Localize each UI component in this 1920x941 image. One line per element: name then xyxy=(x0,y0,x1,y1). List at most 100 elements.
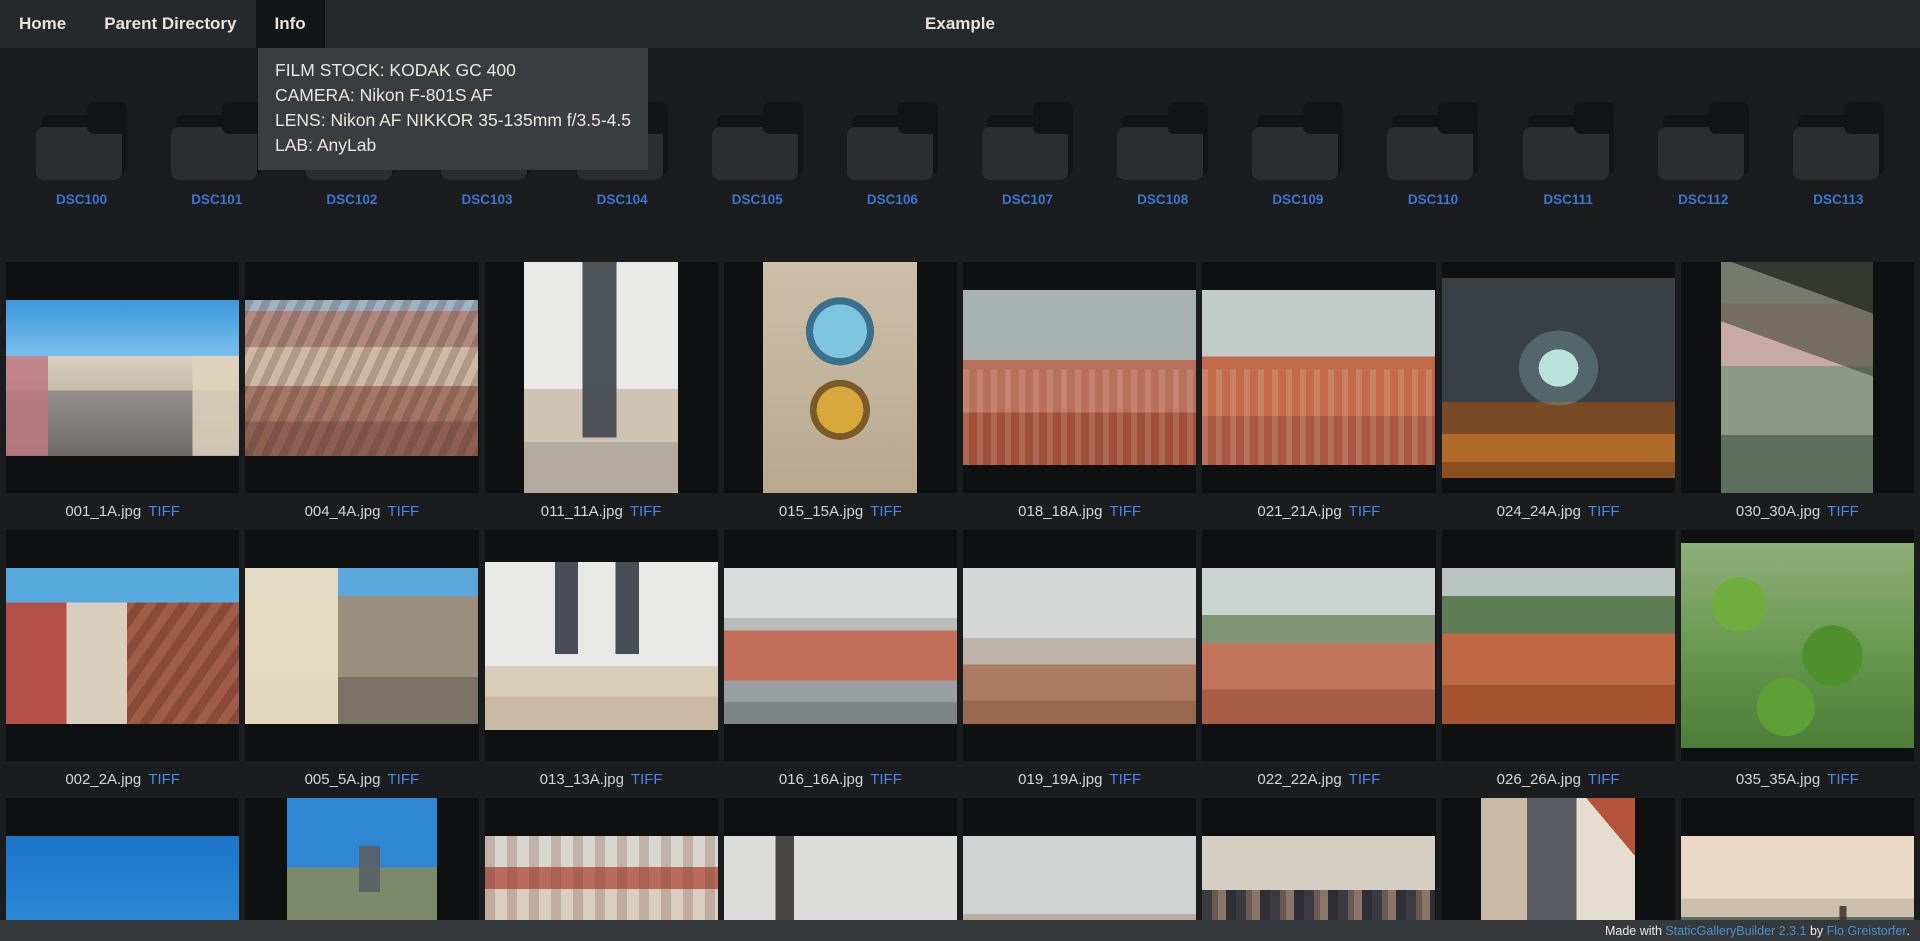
tiff-link[interactable]: TIFF xyxy=(388,503,420,520)
tiff-link[interactable]: TIFF xyxy=(870,503,902,520)
tiff-link[interactable]: TIFF xyxy=(631,771,663,788)
tiff-link[interactable]: TIFF xyxy=(1349,503,1381,520)
photo-caption: 019_19A.jpgTIFF xyxy=(963,761,1196,798)
gallery-item: 001_1A.jpg TIFF xyxy=(6,262,239,530)
tiff-link[interactable]: TIFF xyxy=(870,771,902,788)
photo-tile xyxy=(1202,530,1435,761)
photo-thumbnail[interactable] xyxy=(1202,568,1435,724)
photo-thumbnail[interactable] xyxy=(1721,262,1873,493)
folder-label: DSC111 xyxy=(1543,192,1593,207)
gallery-item: 004_4A.jpg TIFF xyxy=(245,262,478,530)
builder-link[interactable]: StaticGalleryBuilder 2.3.1 xyxy=(1665,924,1806,938)
photo-thumbnail[interactable] xyxy=(963,290,1196,465)
photo-tile xyxy=(6,530,239,761)
nav-item-home[interactable]: Home xyxy=(0,0,85,48)
photo-tile xyxy=(245,262,478,493)
folder-item-dsc107[interactable]: DSC107 xyxy=(960,102,1095,207)
photo-thumbnail[interactable] xyxy=(6,568,239,724)
folder-icon xyxy=(36,102,127,180)
photo-thumbnail[interactable] xyxy=(1442,568,1675,724)
folder-label: DSC113 xyxy=(1813,192,1863,207)
photo-thumbnail[interactable] xyxy=(1442,278,1675,478)
photo-thumbnail[interactable] xyxy=(1681,543,1914,748)
gallery-item: 016_16A.jpgTIFF xyxy=(724,530,957,798)
folder-icon-front xyxy=(1387,127,1473,180)
photo-caption: 035_35A.jpg TIFF xyxy=(1681,761,1914,798)
gallery-item: 005_5A.jpgTIFF xyxy=(245,530,478,798)
tooltip-line: LENS: Nikon AF NIKKOR 35-135mm f/3.5-4.5 xyxy=(275,108,631,133)
photo-thumbnail[interactable] xyxy=(1202,290,1435,465)
photo-caption: 030_30A.jpgTIFF xyxy=(1681,493,1914,530)
folder-item-dsc100[interactable]: DSC100 xyxy=(14,102,149,207)
photo-caption: 004_4A.jpg TIFF xyxy=(245,493,478,530)
folder-icon-front xyxy=(712,127,798,180)
photo-thumbnail[interactable] xyxy=(245,568,478,724)
folder-item-dsc113[interactable]: DSC113 xyxy=(1771,102,1906,207)
filename-label: 004_4A.jpg xyxy=(305,503,381,520)
photo-tile xyxy=(724,530,957,761)
folder-item-dsc112[interactable]: DSC112 xyxy=(1636,102,1771,207)
photo-thumbnail[interactable] xyxy=(724,568,957,724)
photo-grid: 001_1A.jpg TIFF 004_4A.jpg TIFF 011_11A.jpg T… xyxy=(0,262,1920,941)
tiff-link[interactable]: TIFF xyxy=(1109,771,1141,788)
folder-item-dsc109[interactable]: DSC109 xyxy=(1230,102,1365,207)
tiff-link[interactable]: TIFF xyxy=(388,771,420,788)
filename-label: 001_1A.jpg xyxy=(65,503,141,520)
photo-caption: 002_2A.jpg TIFF xyxy=(6,761,239,798)
folder-icon xyxy=(1523,102,1614,180)
photo-thumbnail[interactable] xyxy=(763,262,917,493)
folder-item-dsc110[interactable]: DSC110 xyxy=(1365,102,1500,207)
tiff-link[interactable]: TIFF xyxy=(1109,503,1141,520)
folder-item-dsc108[interactable]: DSC108 xyxy=(1095,102,1230,207)
folder-label: DSC112 xyxy=(1678,192,1728,207)
tiff-link[interactable]: TIFF xyxy=(148,771,180,788)
folder-icon xyxy=(982,102,1073,180)
tiff-link[interactable]: TIFF xyxy=(630,503,662,520)
tiff-link[interactable]: TIFF xyxy=(1588,771,1620,788)
nav-items: HomeParent DirectoryInfo xyxy=(0,0,325,48)
nav-bar: HomeParent DirectoryInfo Example xyxy=(0,0,1920,48)
folder-icon xyxy=(1117,102,1208,180)
filename-label: 011_11A.jpg xyxy=(541,503,623,520)
folder-icon-front xyxy=(171,127,257,180)
photo-thumbnail[interactable] xyxy=(245,300,478,456)
nav-item-info[interactable]: Info xyxy=(256,0,325,48)
filename-label: 024_24A.jpg xyxy=(1497,503,1581,520)
folder-item-dsc111[interactable]: DSC111 xyxy=(1501,102,1636,207)
gallery-item: 026_26A.jpgTIFF xyxy=(1442,530,1675,798)
folder-label: DSC104 xyxy=(597,192,648,207)
tiff-link[interactable]: TIFF xyxy=(1827,771,1859,788)
nav-item-parent-directory[interactable]: Parent Directory xyxy=(85,0,255,48)
tiff-link[interactable]: TIFF xyxy=(1588,503,1620,520)
tiff-link[interactable]: TIFF xyxy=(1349,771,1381,788)
folder-label: DSC110 xyxy=(1408,192,1458,207)
filename-label: 035_35A.jpg xyxy=(1736,771,1820,788)
tiff-link[interactable]: TIFF xyxy=(1827,503,1859,520)
photo-thumbnail[interactable] xyxy=(6,300,239,456)
photo-caption: 024_24A.jpg TIFF xyxy=(1442,493,1675,530)
filename-label: 002_2A.jpg xyxy=(65,771,141,788)
photo-tile xyxy=(963,262,1196,493)
photo-caption: 021_21A.jpgTIFF xyxy=(1202,493,1435,530)
photo-thumbnail[interactable] xyxy=(524,262,678,493)
gallery-item: 021_21A.jpgTIFF xyxy=(1202,262,1435,530)
folder-label: DSC102 xyxy=(326,192,377,207)
photo-tile xyxy=(1442,530,1675,761)
footer-period: . xyxy=(1907,924,1910,938)
tooltip-line: CAMERA: Nikon F-801S AF xyxy=(275,83,631,108)
folder-icon-front xyxy=(847,127,933,180)
photo-caption: 022_22A.jpgTIFF xyxy=(1202,761,1435,798)
gallery-item: 011_11A.jpg TIFF xyxy=(485,262,718,530)
author-link[interactable]: Flo Greistorfer xyxy=(1827,924,1907,938)
tooltip-line: FILM STOCK: KODAK GC 400 xyxy=(275,58,631,83)
photo-thumbnail[interactable] xyxy=(963,568,1196,724)
folder-item-dsc106[interactable]: DSC106 xyxy=(825,102,960,207)
folder-item-dsc105[interactable]: DSC105 xyxy=(690,102,825,207)
folder-icon xyxy=(847,102,938,180)
footer-by: by xyxy=(1806,924,1826,938)
tiff-link[interactable]: TIFF xyxy=(148,503,180,520)
photo-thumbnail[interactable] xyxy=(485,562,718,730)
photo-tile xyxy=(1442,262,1675,493)
gallery-item: 013_13A.jpgTIFF xyxy=(485,530,718,798)
footer-made-with: Made with xyxy=(1605,924,1665,938)
